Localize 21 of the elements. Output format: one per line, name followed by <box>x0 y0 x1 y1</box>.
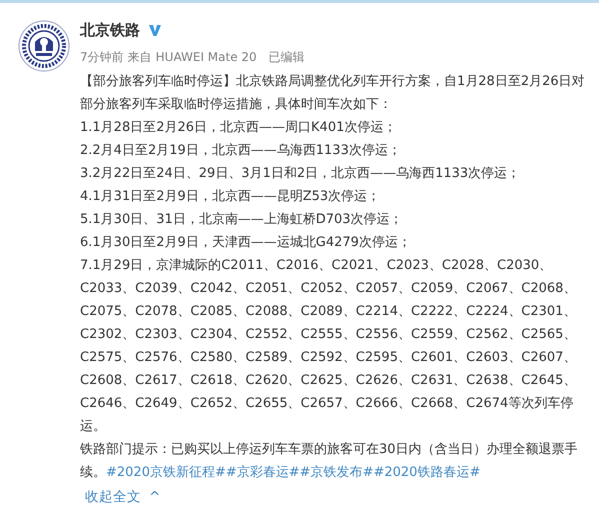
post-paragraph: 7.1月29日，京津城际的C2011、C2016、C2021、C2023、C2028、C2030、C2033、C2039、C2042、C2051、C2052、C2057、C2059、C2067、C2068、C2075、C2078、C2085、C2088、C2089、C2214、C2222、C2224、C2301、C2302、C2303、C2304、C2552、C2555、C2556、C2559、C2562、C2565、C2575、C2576、C2580、C2589、C2592、C2595、C2601、C2603、C2607、C2608、C2617、C2618、C2620、C2625、C2626、C2631、C2638、C2645、C2646、C2649、C2652、C2655、C2657、C2666、C2668、C2674等次列车停运。 <box>80 257 578 436</box>
hashtag-link[interactable]: #2020京铁新征程# <box>106 465 226 480</box>
caret-icon: ^ <box>149 486 160 509</box>
collapse-link[interactable]: 收起全文 ^ <box>85 486 160 509</box>
hashtag-link[interactable]: #京彩春运# <box>226 465 300 480</box>
source-label: 来自 <box>128 49 152 66</box>
author-name[interactable]: 北京铁路 <box>80 20 140 40</box>
post-paragraph: 2.2月4日至2月19日，北京西——乌海西1133次停运； <box>80 142 402 160</box>
post-paragraph: 5.1月30日、31日，北京南——上海虹桥D703次停运； <box>80 211 404 229</box>
post-paragraph: 4.1月31日至2月9日，北京西——昆明Z53次停运； <box>80 188 382 206</box>
post-paragraph: 【部分旅客列车临时停运】北京铁路局调整优化列车开行方案，自1月28日至2月26日对部分旅客列车采取临时停运措施，具体时间车次如下： <box>80 73 586 114</box>
hashtag-link[interactable]: #2020铁路春运# <box>373 465 480 480</box>
post-paragraph: 3.2月22日至24日、29日、3月1日和2日，北京西——乌海西1133次停运； <box>80 165 522 183</box>
hashtag-link[interactable]: #京铁发布# <box>300 465 374 480</box>
avatar-logo-icon[interactable] <box>18 20 70 72</box>
post-paragraph: 6.1月30日至2月9日，天津西——运城北G4279次停运； <box>80 234 412 252</box>
post-paragraph: 1.1月28日至2月26日，北京西——周口K401次停运； <box>80 119 398 137</box>
post-time[interactable]: 7分钟前 <box>80 48 124 66</box>
edited-label[interactable]: 已编辑 <box>268 48 305 66</box>
device-source[interactable]: HUAWEI Mate 20 <box>156 48 257 66</box>
post-paragraph: 铁路部门提示：已购买以上停运列车车票的旅客可在30日内（含当日）办理全额退票手续。#2020京铁新征程##京彩春运##京铁发布##2020铁路春运# <box>80 441 579 482</box>
